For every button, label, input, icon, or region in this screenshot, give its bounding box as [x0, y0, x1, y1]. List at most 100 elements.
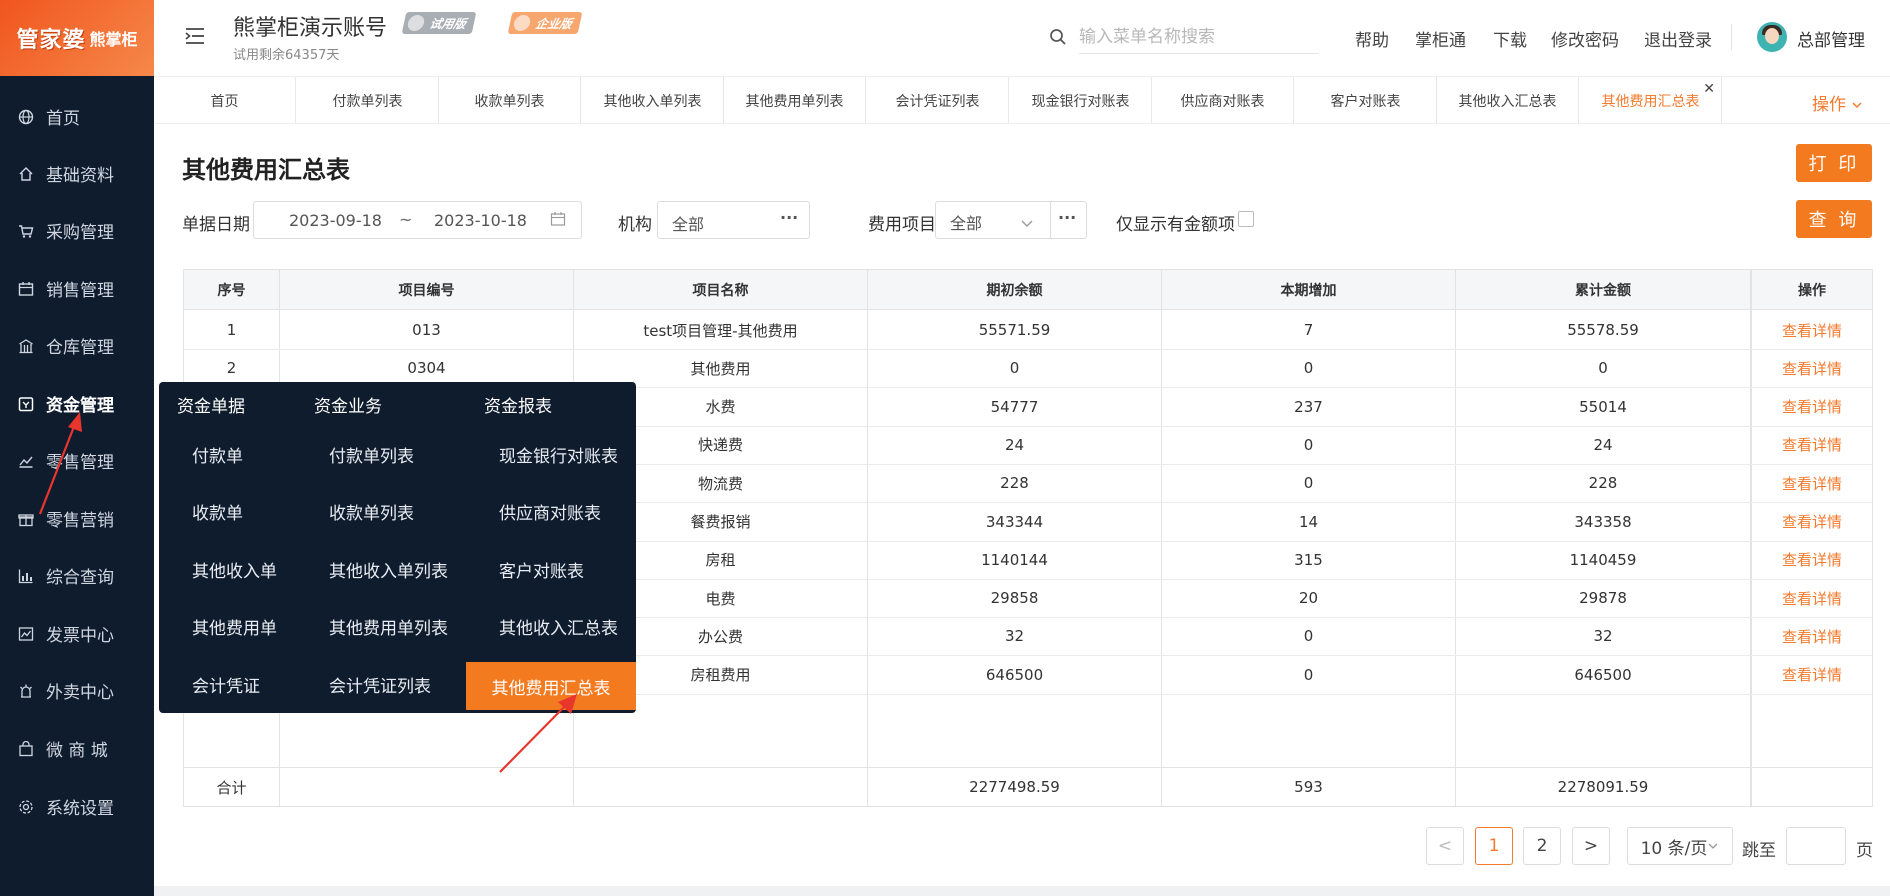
menu-toggle-icon[interactable] — [184, 26, 206, 50]
sidebar-item-delivery[interactable]: 外卖中心 — [0, 662, 154, 719]
sidebar-item-warehouse[interactable]: 仓库管理 — [0, 317, 154, 374]
submenu-payment[interactable]: 付款单 — [192, 430, 243, 478]
tab-voucher-list[interactable]: 会计凭证列表 — [867, 77, 1009, 124]
row-cumulative-amount: 24 — [1593, 435, 1613, 454]
tab-receipt-list[interactable]: 收款单列表 — [439, 77, 581, 124]
view-detail-link[interactable]: 查看详情 — [1752, 617, 1872, 655]
submenu-supplier-statement[interactable]: 供应商对账表 — [499, 487, 601, 535]
top-header: 熊掌柜演示账号 试用剩余64357天 试用版 企业版 帮助 掌柜通 下载 修改密… — [154, 0, 1890, 76]
page-2-button[interactable]: 2 — [1523, 827, 1561, 865]
header-opening-balance: 期初余额 — [986, 283, 1043, 299]
tab-other-expense-summary[interactable]: 其他费用汇总表 ✕ — [1580, 77, 1722, 124]
org-select[interactable]: 全部 ··· — [657, 201, 810, 239]
close-icon[interactable]: ✕ — [1703, 81, 1715, 97]
logout-link[interactable]: 退出登录 — [1644, 26, 1712, 51]
submenu-other-income-summary[interactable]: 其他收入汇总表 — [499, 602, 618, 650]
view-detail-link[interactable]: 查看详情 — [1752, 656, 1872, 694]
view-detail-link[interactable]: 查看详情 — [1752, 426, 1872, 464]
tab-operations-dropdown[interactable]: 操作 — [1812, 90, 1863, 115]
sidebar-item-basic-data[interactable]: 基础资料 — [0, 145, 154, 202]
submenu-cash-bank-reconciliation[interactable]: 现金银行对账表 — [499, 430, 618, 478]
row-item-name: test项目管理-其他费用 — [643, 321, 798, 340]
header-item-code: 项目编号 — [398, 283, 455, 299]
tab-supplier-statement[interactable]: 供应商对账表 — [1152, 77, 1294, 124]
next-page-button[interactable]: > — [1572, 827, 1610, 865]
row-opening-balance: 228 — [1000, 474, 1029, 493]
calendar-icon[interactable] — [550, 211, 566, 231]
sidebar-item-mall[interactable]: 微 商 城 — [0, 720, 154, 777]
sidebar-item-home[interactable]: 首页 — [0, 88, 154, 145]
prev-page-button[interactable]: < — [1426, 827, 1464, 865]
page-size-select[interactable]: 10 条/页 — [1627, 827, 1733, 865]
row-cumulative-amount: 343358 — [1574, 512, 1632, 531]
chevron-down-icon — [1851, 95, 1863, 115]
view-detail-link[interactable]: 查看详情 — [1752, 579, 1872, 617]
help-link[interactable]: 帮助 — [1355, 26, 1389, 51]
view-detail-link[interactable]: 查看详情 — [1752, 503, 1872, 541]
chevron-down-icon — [1707, 836, 1719, 856]
tab-customer-statement[interactable]: 客户对账表 — [1295, 77, 1437, 124]
submenu-payment-list[interactable]: 付款单列表 — [329, 430, 414, 478]
jump-page-input[interactable] — [1786, 827, 1846, 865]
view-detail-link[interactable]: 查看详情 — [1752, 541, 1872, 579]
sidebar-item-sales[interactable]: 销售管理 — [0, 260, 154, 317]
row-opening-balance: 24 — [1004, 435, 1025, 454]
expense-item-select[interactable]: 全部 ··· — [935, 201, 1087, 239]
tab-payment-list[interactable]: 付款单列表 — [297, 77, 439, 124]
view-detail-link[interactable]: 查看详情 — [1752, 464, 1872, 502]
only-amount-checkbox[interactable] — [1238, 211, 1254, 227]
view-detail-link[interactable]: 查看详情 — [1752, 388, 1872, 426]
tab-other-income-list[interactable]: 其他收入单列表 — [582, 77, 724, 124]
total-cumulative: 2278091.59 — [1557, 778, 1649, 796]
date-to[interactable]: 2023-10-18 — [434, 211, 527, 230]
tab-other-expense-list[interactable]: 其他费用单列表 — [724, 77, 866, 124]
page-size-value: 10 条/页 — [1640, 838, 1708, 859]
sidebar-item-invoice[interactable]: 发票中心 — [0, 605, 154, 662]
tab-home[interactable]: 首页 — [154, 77, 296, 124]
date-label: 单据日期 — [182, 215, 250, 235]
submenu-receipt[interactable]: 收款单 — [192, 487, 243, 535]
tab-other-income-summary[interactable]: 其他收入汇总表 — [1437, 77, 1579, 124]
query-button[interactable]: 查 询 — [1796, 200, 1872, 238]
menu-search-input[interactable] — [1079, 20, 1319, 54]
change-password-link[interactable]: 修改密码 — [1551, 26, 1619, 51]
download-link[interactable]: 下载 — [1493, 26, 1527, 51]
submenu-other-expense-list[interactable]: 其他费用单列表 — [329, 602, 448, 650]
print-button[interactable]: 打 印 — [1796, 144, 1872, 182]
submenu-other-expense[interactable]: 其他费用单 — [192, 602, 277, 650]
more-icon[interactable]: ··· — [1058, 208, 1076, 227]
view-detail-link[interactable]: 查看详情 — [1752, 349, 1872, 387]
row-period-increase: 0 — [1303, 627, 1314, 646]
sidebar-item-purchase[interactable]: 采购管理 — [0, 202, 154, 259]
chevron-down-icon[interactable] — [1020, 214, 1034, 233]
date-from[interactable]: 2023-09-18 — [289, 211, 382, 230]
row-opening-balance: 0 — [1009, 359, 1020, 378]
header-period-increase: 本期增加 — [1280, 283, 1337, 299]
avatar[interactable] — [1757, 22, 1787, 52]
row-cumulative-amount: 55578.59 — [1567, 321, 1639, 339]
submenu-voucher[interactable]: 会计凭证 — [192, 660, 260, 708]
stats-icon — [18, 568, 34, 584]
row-opening-balance: 32 — [1004, 627, 1025, 646]
row-period-increase: 315 — [1294, 550, 1323, 569]
view-detail-link[interactable]: 查看详情 — [1752, 311, 1872, 349]
row-opening-balance: 1140144 — [981, 550, 1048, 569]
submenu-voucher-list[interactable]: 会计凭证列表 — [329, 660, 431, 708]
submenu-receipt-list[interactable]: 收款单列表 — [329, 487, 414, 535]
sidebar-item-settings[interactable]: 系统设置 — [0, 778, 154, 835]
more-icon[interactable]: ··· — [780, 208, 798, 227]
submenu-customer-statement[interactable]: 客户对账表 — [499, 545, 584, 593]
submenu-other-income[interactable]: 其他收入单 — [192, 545, 277, 593]
search-icon[interactable] — [1049, 28, 1067, 50]
bottom-scrollbar[interactable] — [154, 886, 1890, 896]
submenu-other-income-list[interactable]: 其他收入单列表 — [329, 545, 448, 593]
page-1-button[interactable]: 1 — [1475, 827, 1513, 865]
tab-bar: 首页 付款单列表 收款单列表 其他收入单列表 其他费用单列表 会计凭证列表 现金… — [154, 76, 1890, 124]
sidebar-item-query[interactable]: 综合查询 — [0, 547, 154, 604]
tab-cash-bank-reconciliation[interactable]: 现金银行对账表 — [1010, 77, 1152, 124]
app-link[interactable]: 掌柜通 — [1415, 26, 1466, 51]
user-name[interactable]: 总部管理 — [1797, 26, 1865, 51]
bag-icon — [18, 740, 34, 757]
date-range-picker[interactable]: 2023-09-18 ~ 2023-10-18 — [253, 201, 582, 239]
row-period-increase: 14 — [1298, 512, 1319, 531]
